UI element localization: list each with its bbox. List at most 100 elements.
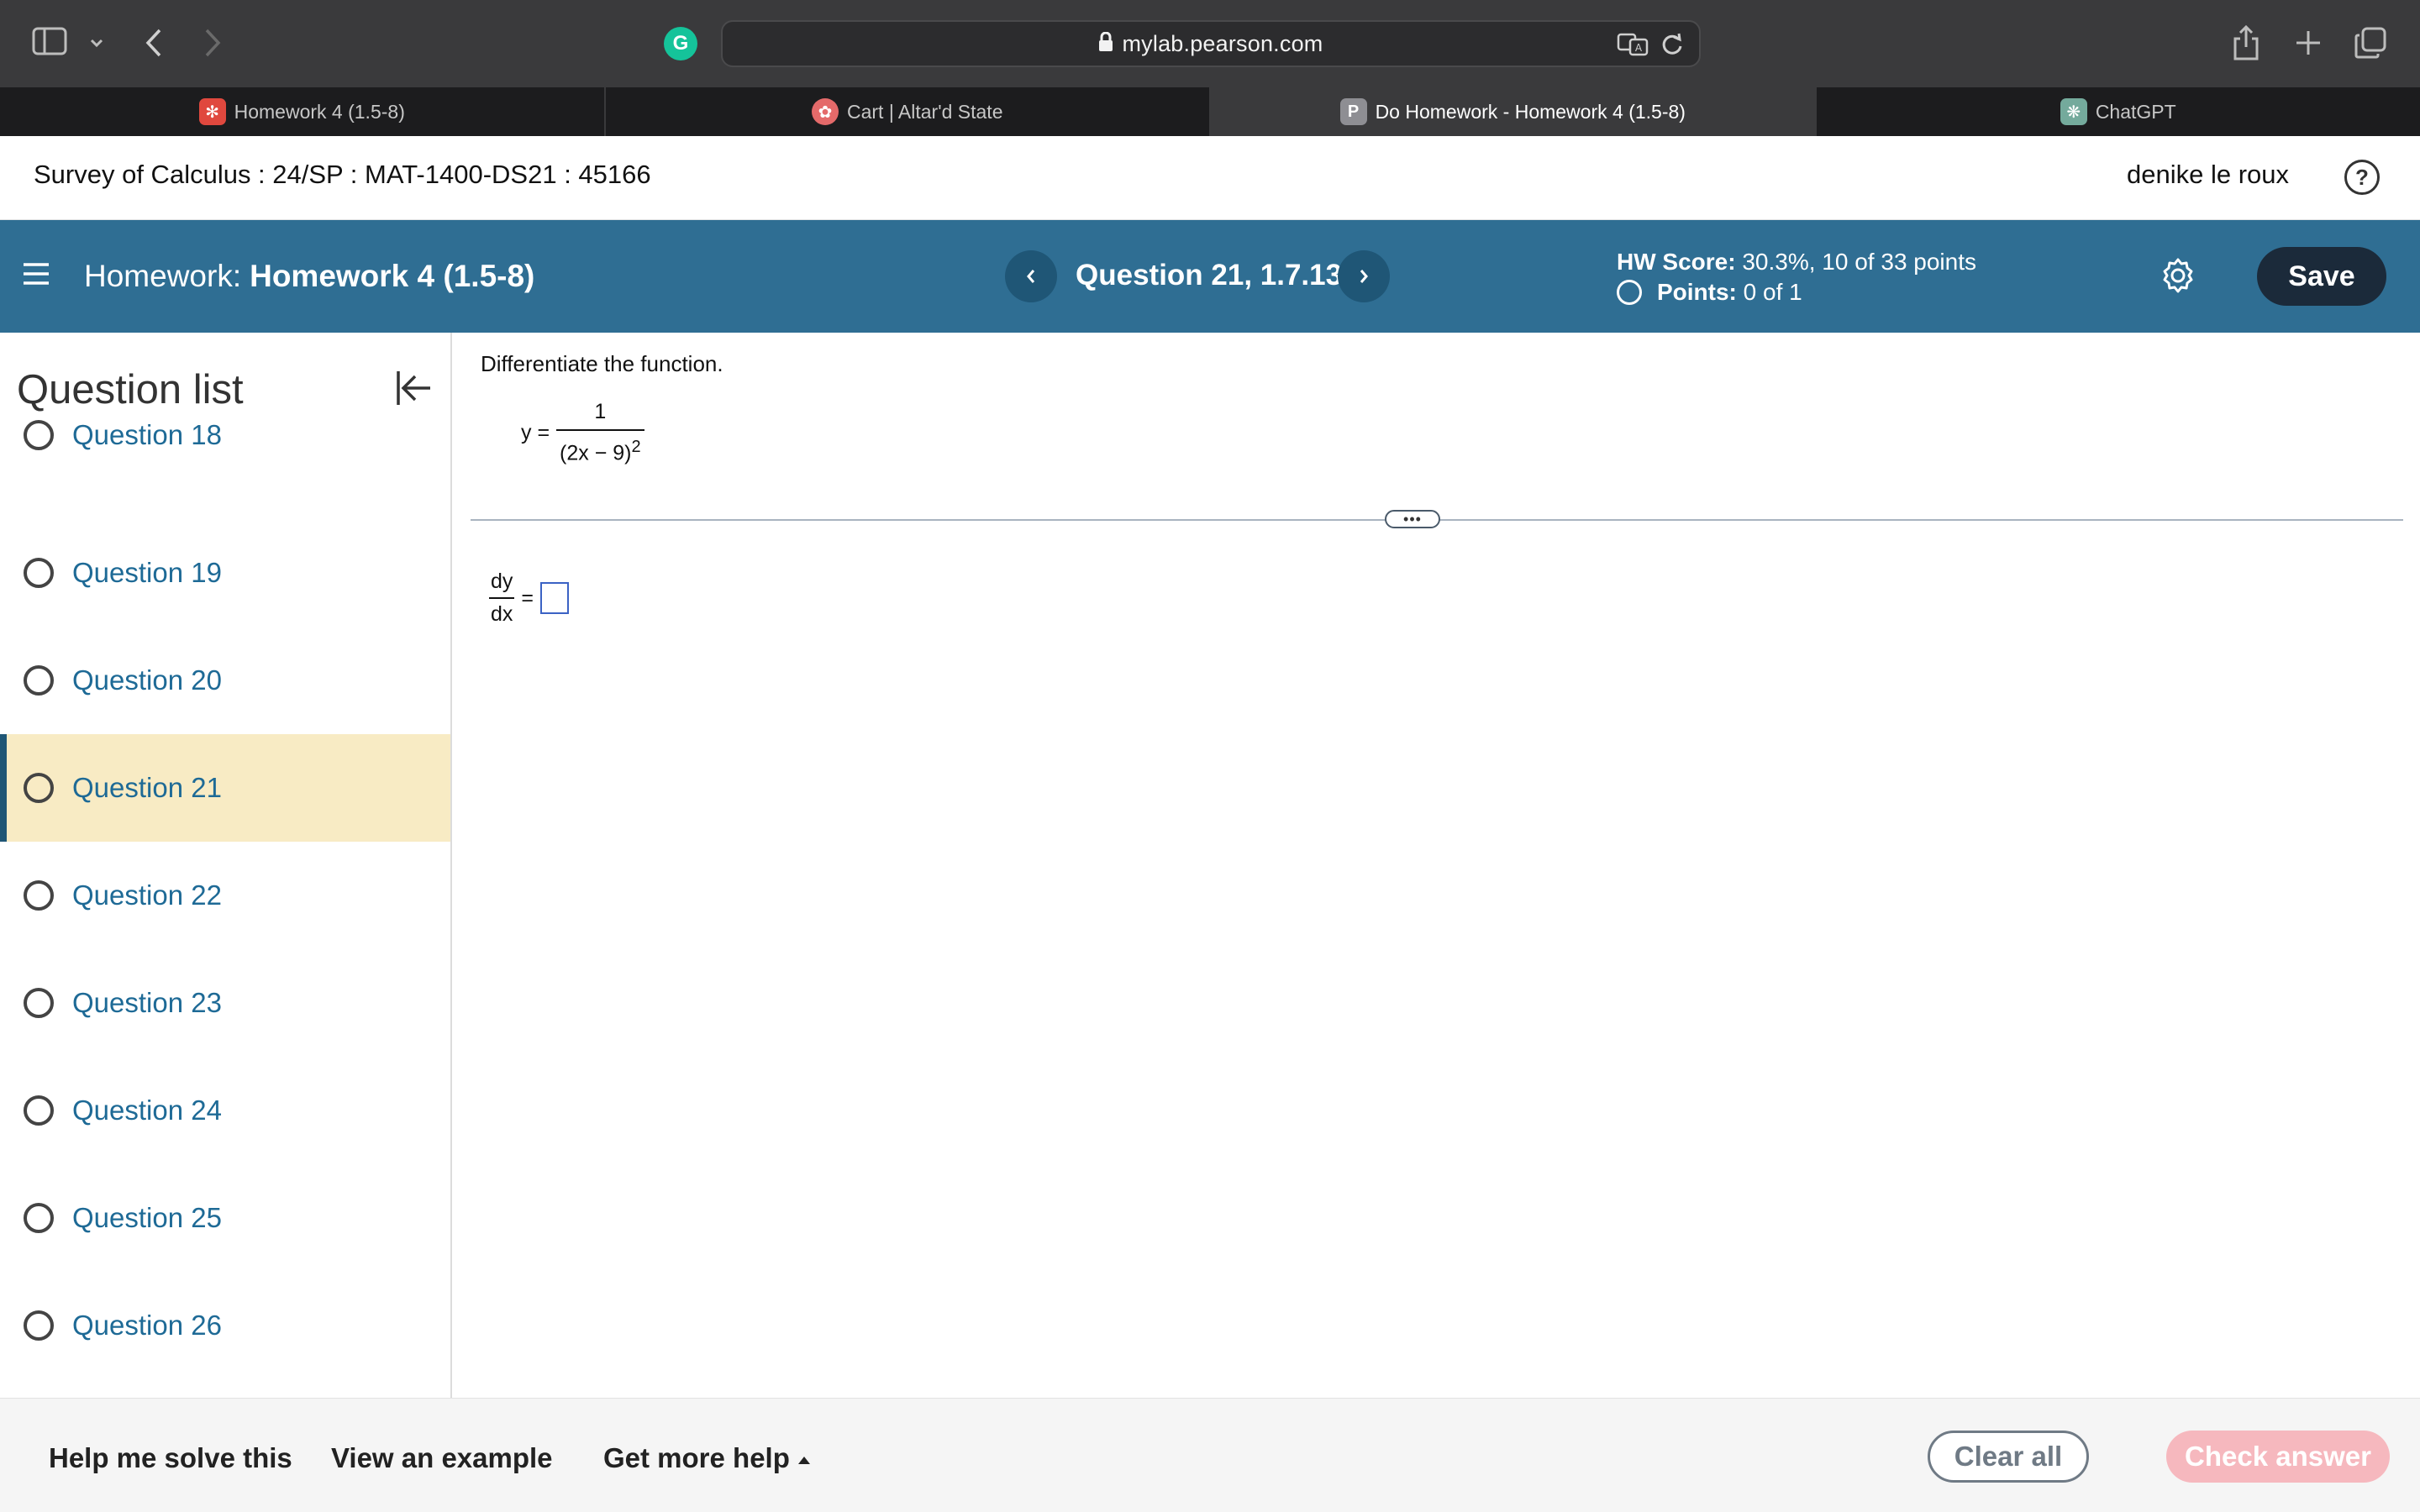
url-text: mylab.pearson.com <box>1122 30 1323 56</box>
tab-label: Cart | Altar'd State <box>846 100 1003 123</box>
chatgpt-icon: ❋ <box>2060 98 2087 125</box>
question-item-label: Question 24 <box>72 1095 222 1126</box>
reload-icon[interactable] <box>1660 32 1684 61</box>
question-instruction: Differentiate the function. <box>481 351 723 376</box>
hw-score: HW Score: 30.3%, 10 of 33 points <box>1617 249 1976 276</box>
tab-cart-altard-state[interactable]: ✿ Cart | Altar'd State <box>606 87 1211 136</box>
points-label: Points: <box>1657 279 1737 305</box>
question-list-item[interactable]: Question 23 <box>0 949 450 1057</box>
incomplete-status-icon <box>24 558 54 588</box>
tab-chatgpt[interactable]: ❋ ChatGPT <box>1817 87 2420 136</box>
previous-question-button[interactable] <box>1005 250 1057 302</box>
altard-state-icon: ✿ <box>811 98 839 125</box>
incomplete-status-icon <box>24 420 54 450</box>
chevron-down-icon[interactable] <box>87 34 106 52</box>
resize-handle[interactable]: ••• <box>1385 510 1440 528</box>
next-question-button[interactable] <box>1338 250 1390 302</box>
question-item-label: Question 20 <box>72 664 222 696</box>
new-tab-icon[interactable] <box>2294 29 2323 57</box>
forward-icon[interactable] <box>200 27 225 59</box>
homework-label: Homework: <box>84 259 242 293</box>
hw-score-label: HW Score: <box>1617 249 1736 275</box>
question-list-sidebar: Question list Question 18 Question 19 Qu… <box>0 333 452 1398</box>
pearson-p-icon: P <box>1339 98 1367 125</box>
lock-icon <box>1098 31 1113 56</box>
back-icon[interactable] <box>141 27 166 59</box>
question-item-label: Question 19 <box>72 557 222 588</box>
question-title: Question 21, 1.7.13 <box>1076 259 1343 291</box>
hw-score-value: 30.3%, 10 of 33 points <box>1742 249 1977 275</box>
incomplete-status-icon <box>24 1095 54 1126</box>
save-button[interactable]: Save <box>2257 247 2386 306</box>
get-more-help-label: Get more help <box>603 1442 790 1473</box>
question-list-item-current[interactable]: Question 21 <box>0 734 450 842</box>
derivative-fraction: dy dx <box>489 570 515 627</box>
user-name[interactable]: denike le roux <box>2127 160 2289 190</box>
menu-icon[interactable] <box>22 261 50 291</box>
question-list-item[interactable]: Question 22 <box>0 842 450 949</box>
function-lhs: y = <box>521 420 550 444</box>
tab-label: ChatGPT <box>2095 100 2176 123</box>
incomplete-status-icon <box>24 988 54 1018</box>
question-item-label: Question 26 <box>72 1310 222 1341</box>
homework-name: Homework 4 (1.5-8) <box>250 259 535 293</box>
function-denominator-base: (2x − 9) <box>560 441 632 465</box>
question-list-item[interactable]: Question 24 <box>0 1057 450 1164</box>
help-footer: Help me solve this View an example Get m… <box>0 1398 2420 1512</box>
question-list-item[interactable]: Question 20 <box>0 627 450 734</box>
incomplete-status-icon <box>24 1310 54 1341</box>
question-list-item[interactable]: Question 26 <box>0 1272 450 1379</box>
tab-label: Do Homework - Homework 4 (1.5-8) <box>1375 100 1686 123</box>
question-list-item[interactable]: Question 19 <box>0 519 450 627</box>
gear-icon[interactable] <box>2160 257 2196 298</box>
tab-do-homework[interactable]: P Do Homework - Homework 4 (1.5-8) <box>1211 87 1817 136</box>
tab-label: Homework 4 (1.5-8) <box>234 100 405 123</box>
question-item-label: Question 22 <box>72 879 222 911</box>
tab-homework-4[interactable]: ✻ Homework 4 (1.5-8) <box>0 87 606 136</box>
svg-text:A: A <box>1635 42 1643 54</box>
translate-icon[interactable]: A <box>1617 32 1650 61</box>
clear-all-button[interactable]: Clear all <box>1928 1431 2089 1483</box>
help-me-solve-button[interactable]: Help me solve this <box>49 1442 292 1474</box>
help-icon[interactable]: ? <box>2344 160 2380 195</box>
incomplete-status-icon <box>24 773 54 803</box>
question-item-label: Question 25 <box>72 1202 222 1233</box>
derivative-denominator: dx <box>489 597 515 627</box>
homework-title: Homework: Homework 4 (1.5-8) <box>84 259 534 294</box>
check-answer-button[interactable]: Check answer <box>2166 1431 2390 1483</box>
question-list-item[interactable]: Question 25 <box>0 1164 450 1272</box>
view-example-button[interactable]: View an example <box>331 1442 553 1474</box>
caret-up-icon <box>797 1456 810 1464</box>
get-more-help-button[interactable]: Get more help <box>603 1442 810 1474</box>
sidebar-toggle-icon[interactable] <box>32 27 67 55</box>
function-numerator: 1 <box>594 400 607 423</box>
grammarly-extension-icon[interactable]: G <box>664 27 697 60</box>
function-denominator: (2x − 9)2 <box>556 429 644 465</box>
function-expression: y = 1 (2x − 9)2 <box>521 400 644 465</box>
points-status-icon <box>1617 280 1642 305</box>
browser-tab-bar: ✻ Homework 4 (1.5-8) ✿ Cart | Altar'd St… <box>0 87 2420 136</box>
function-exponent: 2 <box>631 438 641 456</box>
question-item-label: Question 18 <box>72 419 222 450</box>
share-icon[interactable] <box>2232 25 2260 60</box>
chevron-right-icon <box>1360 270 1368 283</box>
browser-toolbar: G mylab.pearson.com A <box>0 0 2420 87</box>
question-pane: Differentiate the function. y = 1 (2x − … <box>454 333 2420 1398</box>
homework-header: Homework: Homework 4 (1.5-8) Question 21,… <box>0 220 2420 333</box>
question-item-label: Question 21 <box>72 772 222 803</box>
answer-input-box[interactable] <box>540 582 570 614</box>
chevron-left-icon <box>1027 270 1035 283</box>
question-list-item[interactable]: Question 18 <box>0 403 450 467</box>
incomplete-status-icon <box>24 665 54 696</box>
question-item-label: Question 23 <box>72 987 222 1018</box>
tab-overview-icon[interactable] <box>2354 27 2386 59</box>
address-bar[interactable]: mylab.pearson.com A <box>721 20 1701 67</box>
equals-sign: = <box>521 585 534 610</box>
incomplete-status-icon <box>24 1203 54 1233</box>
derivative-numerator: dy <box>491 570 513 593</box>
question-points: Points: 0 of 1 <box>1617 279 1802 306</box>
course-title: Survey of Calculus : 24/SP : MAT-1400-DS… <box>34 160 651 189</box>
answer-area: dy dx = <box>482 570 570 627</box>
incomplete-status-icon <box>24 880 54 911</box>
points-value: 0 of 1 <box>1743 279 1802 305</box>
